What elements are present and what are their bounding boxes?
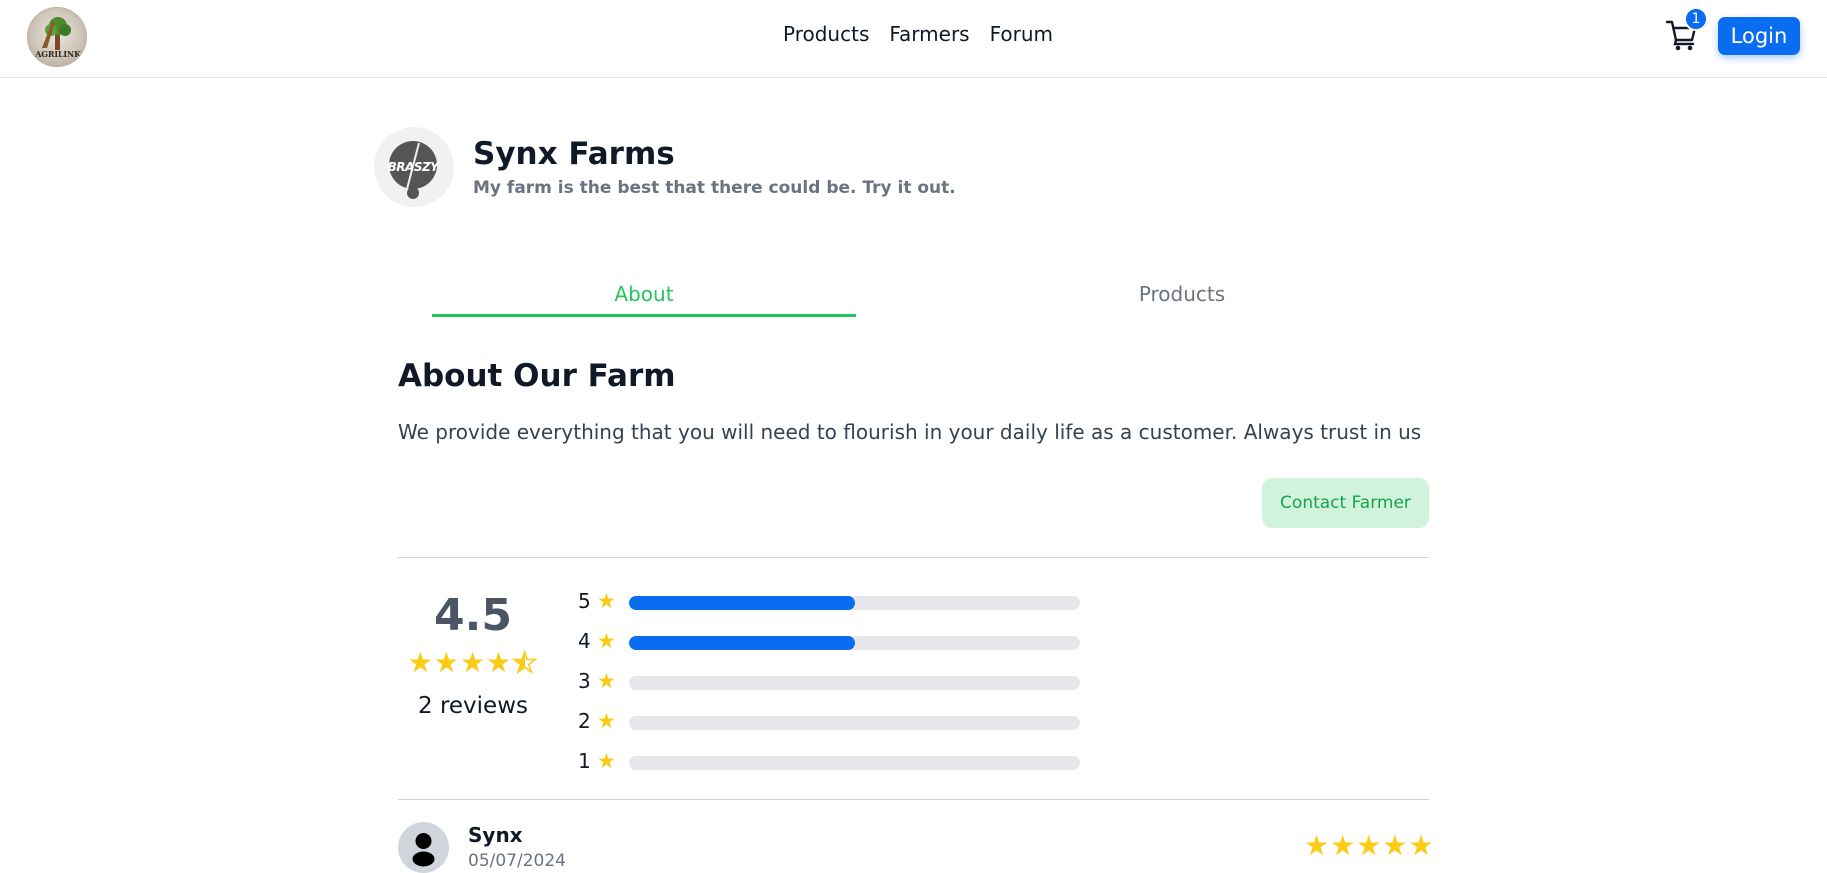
rating-bar-fill	[629, 636, 855, 650]
rating-bar	[629, 756, 1080, 770]
star-icon: ★	[1408, 829, 1435, 862]
about-description: We provide everything that you will need…	[398, 420, 1422, 444]
login-button[interactable]: Login	[1718, 17, 1800, 55]
nav-link-forum[interactable]: Forum	[990, 22, 1053, 46]
tab-about[interactable]: About	[432, 282, 856, 306]
rating-bar-fill	[629, 596, 855, 610]
farm-avatar-text: BRASZY	[387, 160, 439, 174]
star-icon: ★	[597, 629, 616, 653]
star-icon: ★	[1382, 829, 1409, 862]
farm-avatar: BRASZY	[374, 127, 454, 207]
rating-row-5: 5 ★	[578, 587, 1098, 617]
rating-bar	[629, 676, 1080, 690]
logo-text: AGRILINK	[35, 49, 81, 59]
rating-bar	[629, 636, 1080, 650]
star-icon: ★	[486, 646, 513, 679]
active-tab-indicator	[432, 314, 856, 317]
rating-row-3: 3 ★	[578, 667, 1098, 697]
user-icon	[412, 833, 435, 867]
rating-row-2: 2 ★	[578, 707, 1098, 737]
nav-link-products[interactable]: Products	[783, 22, 869, 46]
star-icon: ★	[597, 669, 616, 693]
rating-row-label: 4	[578, 629, 591, 653]
reviewer-avatar	[398, 822, 449, 873]
cart-count-badge: 1	[1684, 7, 1708, 31]
star-icon: ★	[597, 589, 616, 613]
about-title: About Our Farm	[398, 358, 676, 394]
section-divider	[398, 799, 1429, 800]
average-rating: 4.5	[434, 590, 512, 641]
rating-bar	[629, 596, 1080, 610]
nav-link-farmers[interactable]: Farmers	[889, 22, 969, 46]
rating-row-label: 1	[578, 749, 591, 773]
review-count: 2 reviews	[418, 693, 528, 719]
rating-bar	[629, 716, 1080, 730]
rating-row-label: 3	[578, 669, 591, 693]
contact-farmer-button[interactable]: Contact Farmer	[1262, 478, 1429, 528]
half-star-icon: ★★	[511, 645, 539, 680]
tab-products[interactable]: Products	[970, 282, 1394, 306]
star-icon: ★	[433, 646, 460, 679]
review-rating-stars: ★★★★★	[1304, 829, 1435, 862]
rating-row-label: 2	[578, 709, 591, 733]
star-icon: ★	[1304, 829, 1331, 862]
star-icon: ★	[459, 646, 487, 679]
star-icon: ★	[407, 646, 434, 679]
review-date: 05/07/2024	[468, 851, 566, 871]
farm-tagline: My farm is the best that there could be.…	[473, 178, 956, 198]
navbar: AGRILINK Products Farmers Forum 1 Login	[0, 0, 1827, 78]
star-icon: ★	[1330, 829, 1357, 862]
rating-row-label: 5	[578, 589, 591, 613]
rating-row-4: 4 ★	[578, 627, 1098, 657]
site-logo[interactable]: AGRILINK	[27, 7, 87, 67]
rating-row-1: 1 ★	[578, 747, 1098, 777]
star-icon: ★	[597, 709, 616, 733]
reviewer-name: Synx	[468, 823, 523, 847]
section-divider	[398, 557, 1429, 558]
star-icon: ★	[597, 749, 616, 773]
average-rating-stars: ★★★★★★	[398, 645, 548, 680]
star-icon: ★	[1356, 829, 1383, 862]
main-nav: Products Farmers Forum	[783, 22, 1053, 46]
farm-name: Synx Farms	[473, 136, 675, 172]
